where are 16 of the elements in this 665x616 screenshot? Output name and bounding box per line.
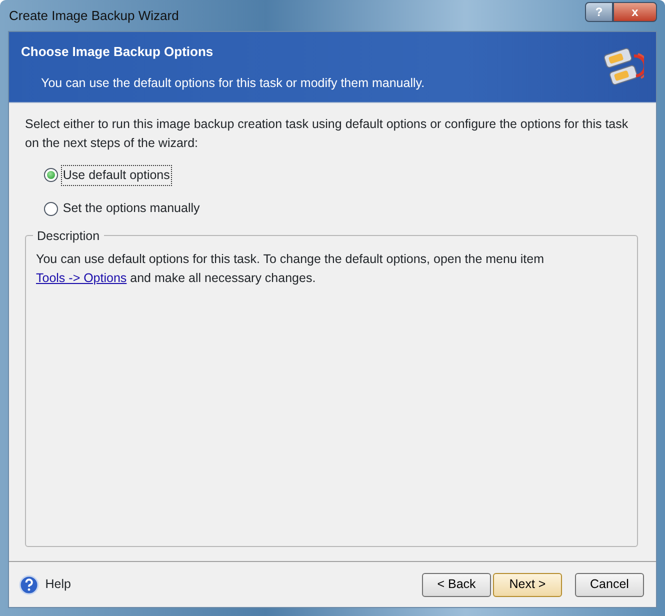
instruction-text: Select either to run this image backup creation task using default options or configure the options for this task on the next steps of the wizard: bbox=[25, 116, 630, 152]
close-button[interactable]: x bbox=[613, 2, 657, 22]
radio-button[interactable] bbox=[44, 202, 58, 216]
radio-button[interactable] bbox=[44, 168, 58, 182]
window-title: Create Image Backup Wizard bbox=[8, 6, 179, 25]
wizard-button[interactable]: < Back bbox=[422, 572, 491, 596]
tools-options-link[interactable]: Tools -> Options bbox=[36, 270, 127, 285]
help-link[interactable]: Help bbox=[45, 575, 71, 594]
radio-option[interactable]: Set the options manually bbox=[44, 198, 638, 219]
description-text: You can use default options for this task. To change the default options, open the menu item Tools -> Options and make all necessary changes. bbox=[36, 251, 545, 287]
wizard-button[interactable]: Next > bbox=[493, 572, 562, 596]
help-icon[interactable] bbox=[19, 574, 39, 594]
header-subtitle: You can use the default options for this task or modify them manually. bbox=[41, 74, 425, 92]
wizard-button[interactable]: Cancel bbox=[575, 572, 644, 596]
radio-option[interactable]: Use default options bbox=[44, 165, 638, 186]
header-title: Choose Image Backup Options bbox=[21, 43, 214, 61]
